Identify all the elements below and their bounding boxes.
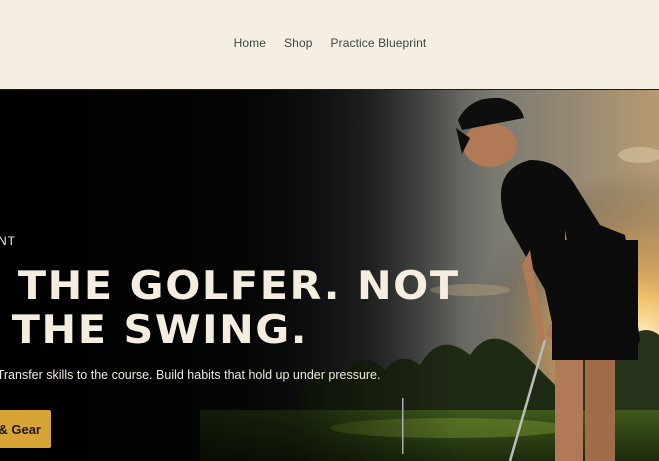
hero-headline-line-1: D THE GOLFER. NOT: [0, 264, 460, 309]
hero-section: NT D THE GOLFER. NOT T THE SWING. . Tran…: [0, 90, 659, 461]
nav-link-shop[interactable]: Shop: [284, 36, 312, 50]
nav-link-home[interactable]: Home: [234, 36, 266, 50]
main-nav: Home Shop Practice Blueprint: [0, 36, 659, 50]
hero-subtitle: . Transfer skills to the course. Build h…: [0, 368, 381, 382]
hero-headline-line-2: T THE SWING.: [0, 308, 309, 353]
hero-eyebrow: NT: [0, 234, 16, 248]
nav-link-practice-blueprint[interactable]: Practice Blueprint: [331, 36, 427, 50]
shop-gear-button[interactable]: & Gear: [0, 410, 51, 448]
top-navigation-bar: Home Shop Practice Blueprint: [0, 0, 659, 90]
hero-headline: D THE GOLFER. NOT T THE SWING.: [0, 265, 460, 353]
